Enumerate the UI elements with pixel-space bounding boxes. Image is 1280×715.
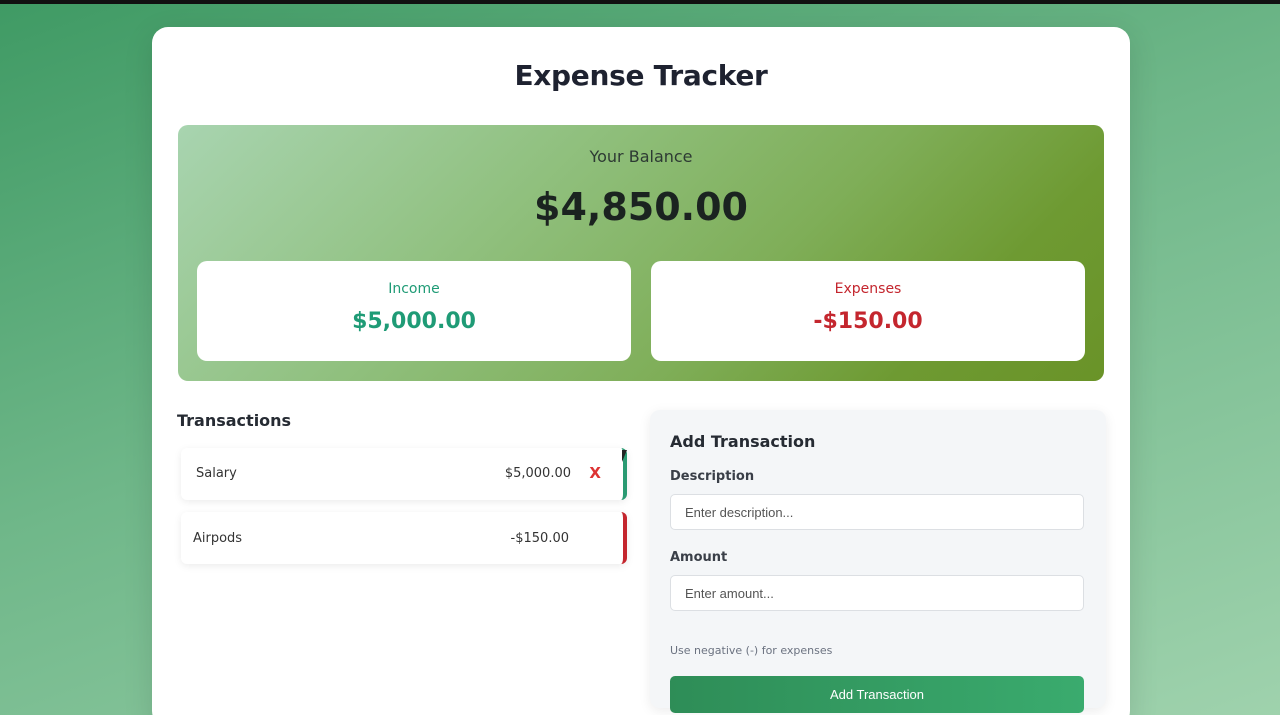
amount-input[interactable] <box>670 575 1084 611</box>
transaction-description: Salary <box>196 466 237 481</box>
add-transaction-button[interactable]: Add Transaction <box>670 676 1084 713</box>
transactions-heading: Transactions <box>177 411 292 430</box>
top-bar <box>0 0 1280 4</box>
expenses-summary: Expenses -$150.00 <box>651 261 1085 361</box>
mouse-cursor-icon <box>622 450 627 462</box>
transaction-amount: -$150.00 <box>510 531 569 546</box>
expenses-label: Expenses <box>834 281 902 297</box>
transaction-description: Airpods <box>193 531 243 546</box>
delete-transaction-button[interactable]: X <box>589 464 601 482</box>
balance-value: $4,850.00 <box>534 185 748 229</box>
transaction-item: Salary $5,000.00 X <box>181 448 627 500</box>
balance-panel: Your Balance $4,850.00 Income $5,000.00 … <box>178 125 1104 381</box>
expense-tracker-card: Expense Tracker Your Balance $4,850.00 I… <box>152 27 1130 715</box>
description-label: Description <box>670 469 755 484</box>
transaction-item: Airpods -$150.00 <box>181 512 627 564</box>
add-transaction-panel: Add Transaction Description Amount Use n… <box>650 410 1106 713</box>
amount-label: Amount <box>670 550 728 565</box>
page-title: Expense Tracker <box>514 59 768 92</box>
add-transaction-title: Add Transaction <box>670 432 816 451</box>
amount-hint: Use negative (-) for expenses <box>670 644 833 657</box>
description-input[interactable] <box>670 494 1084 530</box>
transaction-amount: $5,000.00 <box>504 466 571 481</box>
expenses-value: -$150.00 <box>813 309 923 334</box>
income-summary: Income $5,000.00 <box>197 261 631 361</box>
income-label: Income <box>388 281 440 297</box>
income-value: $5,000.00 <box>352 309 476 334</box>
balance-label: Your Balance <box>589 147 693 166</box>
